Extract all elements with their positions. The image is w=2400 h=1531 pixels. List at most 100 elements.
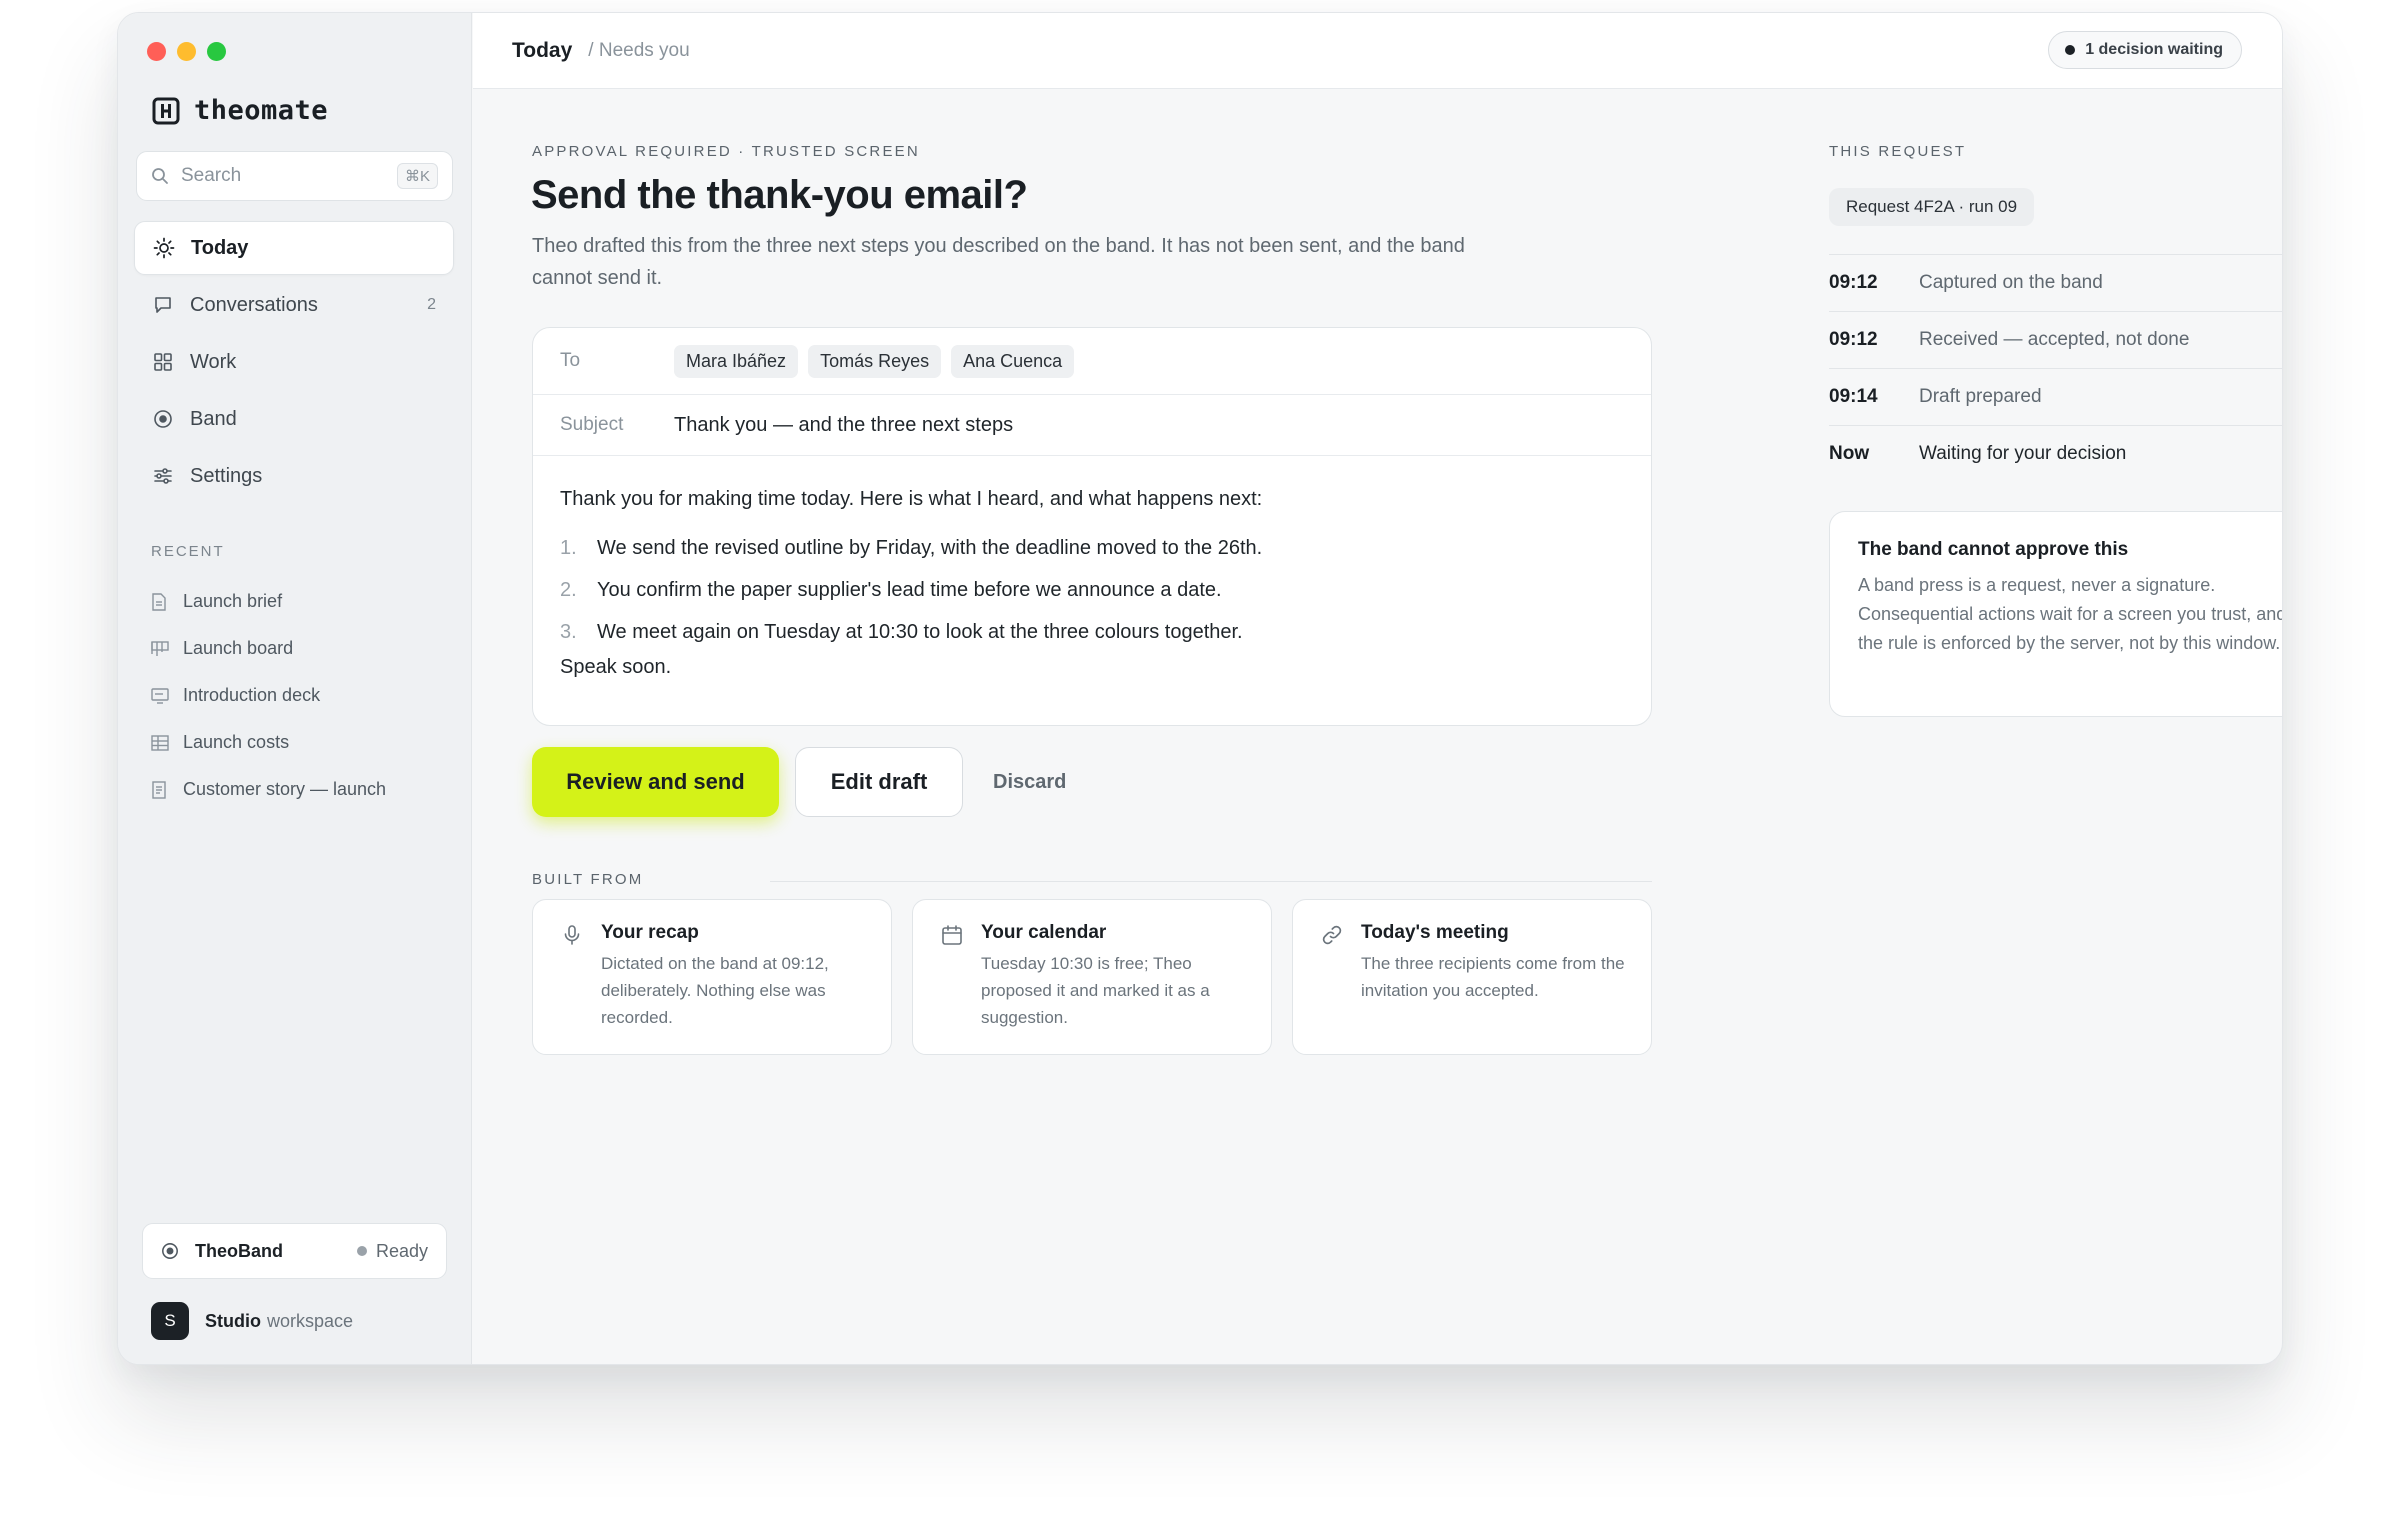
timeline-text: Waiting for your decision (1919, 443, 2127, 464)
sources-list: Your recap Dictated on the band at 09:12… (532, 899, 1652, 1055)
link-icon (1322, 925, 1342, 945)
band-icon (162, 1243, 178, 1259)
page-title: Send the thank-you email? (531, 173, 1028, 217)
band-icon (152, 408, 174, 430)
brand-logo-icon (152, 97, 180, 124)
search-shortcut: ⌘K (396, 163, 438, 189)
email-signoff: Speak soon. (560, 656, 672, 678)
recipient-chip[interactable]: Tomás Reyes (808, 344, 942, 378)
minimize-window-button[interactable] (177, 42, 196, 61)
subject-text: Thank you — and the three next steps (674, 413, 1014, 436)
timeline-time: 09:14 (1829, 386, 1878, 407)
timeline-text: Draft prepared (1919, 386, 2042, 407)
zoom-window-button[interactable] (207, 42, 226, 61)
timeline-row: 09:12 Captured on the band (1829, 254, 2282, 311)
search-input[interactable]: Search ⌘K (136, 151, 453, 201)
recipient-chip[interactable]: Ana Cuenca (951, 344, 1075, 378)
recent-item-customer-story[interactable]: Customer story — launch (151, 766, 451, 813)
source-text: Dictated on the band at 09:12, deliberat… (601, 954, 829, 1027)
page-description: Theo drafted this from the three next st… (532, 235, 1465, 289)
approval-eyebrow: APPROVAL REQUIRED · TRUSTED SCREEN (532, 143, 920, 160)
timeline-row: 09:12 Received — accepted, not done (1829, 311, 2282, 368)
recent-item-launch-board[interactable]: Launch board (151, 625, 451, 672)
timeline-row: Now Waiting for your decision (1829, 425, 2282, 482)
workspace-suffix: workspace (267, 1310, 354, 1331)
timeline-time: 09:12 (1829, 329, 1878, 350)
timeline-text: Captured on the band (1919, 272, 2103, 293)
recent-label: Introduction deck (183, 685, 321, 705)
divider (770, 881, 1652, 882)
recipient-chip[interactable]: Mara Ibáñez (674, 344, 799, 378)
request-id-badge: Request 4F2A · run 09 (1829, 188, 2035, 226)
search-placeholder: Search (181, 165, 242, 186)
request-timeline: 09:12 Captured on the band 09:12 Receive… (1829, 254, 2282, 482)
brand[interactable]: theomate (152, 95, 328, 126)
nav-item-today[interactable]: Today (134, 221, 454, 275)
close-window-button[interactable] (147, 42, 166, 61)
nav-item-settings[interactable]: Settings (134, 449, 454, 503)
recipients-row: To Mara Ibáñez Tomás Reyes Ana Cuenca (533, 328, 1651, 395)
next-steps-list: 1. We send the revised outline by Friday,… (560, 527, 1624, 653)
step-number: 3. (560, 620, 577, 643)
top-bar: Today / Needs you 1 decision waiting (473, 13, 2282, 89)
page-icon (151, 780, 169, 799)
note-text: A band press is a request, never a signa… (1858, 575, 2283, 653)
search-icon (152, 168, 168, 184)
recent-label: Launch board (183, 638, 294, 658)
conversations-count: 2 (427, 296, 436, 313)
pending-label: 1 decision waiting (2085, 41, 2223, 58)
source-text: The three recipients come from the invit… (1361, 954, 1625, 1000)
nav-item-work[interactable]: Work (134, 335, 454, 389)
device-state: Ready (375, 1240, 428, 1261)
source-card-meeting[interactable]: Today's meeting The three recipients com… (1292, 899, 1652, 1055)
source-card-recap[interactable]: Your recap Dictated on the band at 09:12… (532, 899, 892, 1055)
to-label: To (560, 350, 581, 371)
main-nav: Today Conversations 2 Work Band Settings (134, 221, 454, 506)
nav-label: Work (190, 350, 237, 373)
recent-label: Launch costs (183, 732, 290, 752)
brand-name: theomate (194, 95, 329, 126)
edit-draft-button[interactable]: Edit draft (795, 747, 963, 817)
subject-row: Subject Thank you — and the three next s… (533, 395, 1651, 456)
sliders-icon (152, 465, 174, 487)
workspace-switcher[interactable]: S Studio workspace (151, 1302, 353, 1340)
sidebar: theomate Search ⌘K Today Conversations 2 (118, 13, 472, 1364)
step-text: We send the revised outline by Friday, w… (597, 536, 1263, 559)
step-text: We meet again on Tuesday at 10:30 to loo… (597, 620, 1243, 643)
device-status[interactable]: TheoBand Ready (142, 1223, 447, 1279)
board-icon (151, 640, 169, 658)
timeline-text: Received — accepted, not done (1919, 329, 2190, 350)
nav-item-conversations[interactable]: Conversations 2 (134, 278, 454, 332)
slides-icon (151, 687, 169, 705)
nav-label: Today (191, 236, 249, 259)
request-heading: THIS REQUEST (1829, 143, 1967, 160)
timeline-time: Now (1829, 443, 1870, 464)
discard-button[interactable]: Discard (993, 771, 1066, 794)
built-from-heading: BUILT FROM (532, 871, 644, 888)
source-title: Today's meeting (1361, 922, 1509, 943)
workspace-name: Studio (205, 1310, 261, 1331)
recent-label: Customer story — launch (183, 779, 387, 799)
calendar-icon (942, 925, 962, 945)
recent-item-introduction-deck[interactable]: Introduction deck (151, 672, 451, 719)
breadcrumb-current[interactable]: Today (512, 39, 572, 63)
status-dot (2065, 45, 2076, 55)
recent-heading: RECENT (151, 543, 225, 560)
nav-item-band[interactable]: Band (134, 392, 454, 446)
recent-item-launch-brief[interactable]: Launch brief (151, 578, 451, 625)
app-window: theomate Search ⌘K Today Conversations 2 (117, 12, 2283, 1365)
step-text: You confirm the paper supplier's lead ti… (597, 578, 1222, 601)
mic-icon (564, 925, 580, 945)
list-item: 1. We send the revised outline by Friday,… (560, 527, 1624, 569)
step-number: 1. (560, 536, 577, 559)
email-intro: Thank you for making time today. Here is… (560, 488, 1263, 510)
source-card-calendar[interactable]: Your calendar Tuesday 10:30 is free; The… (912, 899, 1272, 1055)
source-text: Tuesday 10:30 is free; Theo proposed it … (981, 954, 1210, 1027)
pending-decisions-badge[interactable]: 1 decision waiting (2048, 31, 2242, 69)
grid-icon (152, 351, 174, 373)
recent-list: Launch brief Launch board Introduction d… (151, 578, 451, 813)
recent-item-launch-costs[interactable]: Launch costs (151, 719, 451, 766)
review-and-send-button[interactable]: Review and send (532, 747, 779, 817)
sun-icon (153, 237, 175, 259)
table-icon (151, 734, 169, 752)
